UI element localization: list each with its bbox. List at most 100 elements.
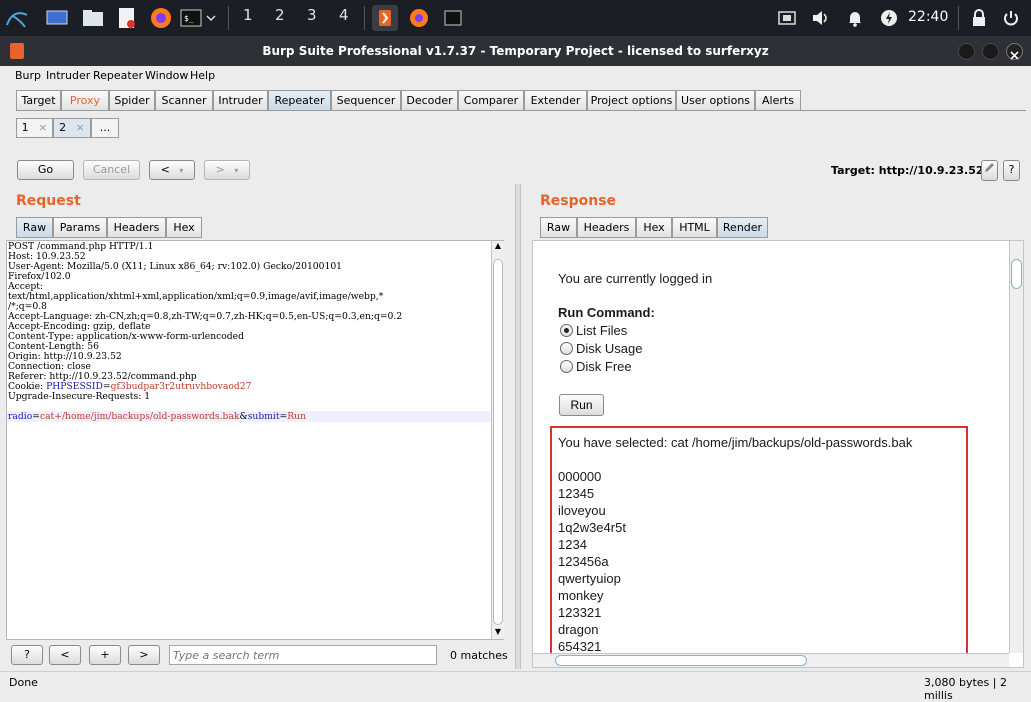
response-tab-raw[interactable]: Raw [540, 217, 577, 238]
tab-intruder[interactable]: Intruder [213, 90, 268, 111]
firefox-icon[interactable] [148, 5, 174, 31]
run-command-label: Run Command: [558, 305, 655, 320]
forward-label: > [215, 163, 225, 176]
request-text[interactable]: POST /command.php HTTP/1.1 Host: 10.9.23.… [8, 242, 490, 642]
menu-help[interactable]: Help [190, 69, 215, 82]
workspace-4[interactable]: 4 [339, 6, 349, 24]
tab-sequencer[interactable]: Sequencer [331, 90, 401, 111]
radio-disk-usage[interactable] [560, 342, 573, 355]
terminal-icon[interactable]: $_ [178, 5, 204, 31]
workspace-3[interactable]: 3 [307, 6, 317, 24]
tab-target[interactable]: Target [16, 90, 61, 111]
run-button[interactable]: Run [559, 394, 604, 416]
request-tab-hex[interactable]: Hex [166, 217, 202, 238]
tab-spider[interactable]: Spider [109, 90, 155, 111]
repeater-tab-label: 2 [59, 121, 67, 134]
tab-scanner[interactable]: Scanner [155, 90, 213, 111]
lock-icon[interactable] [966, 5, 992, 31]
workspace-1[interactable]: 1 [243, 6, 253, 24]
request-tab-headers[interactable]: Headers [107, 217, 166, 238]
edit-target-button[interactable] [981, 160, 998, 181]
firefox-task-icon[interactable] [406, 5, 432, 31]
close-tab-icon[interactable]: × [38, 121, 47, 134]
clock: 22:40 [908, 9, 949, 25]
bell-icon[interactable] [842, 5, 868, 31]
tab-alerts[interactable]: Alerts [755, 90, 801, 111]
list-item: 12345 [558, 486, 595, 501]
response-tab-render[interactable]: Render [717, 217, 768, 238]
go-button[interactable]: Go [17, 160, 74, 180]
kali-menu-icon[interactable] [4, 5, 30, 31]
forward-button[interactable]: > ▾ [204, 160, 250, 180]
search-add-button[interactable]: + [89, 645, 121, 665]
maximize-button[interactable] [982, 43, 999, 60]
menu-repeater[interactable]: Repeater [93, 69, 143, 82]
close-window-button[interactable] [1006, 43, 1023, 60]
list-item: iloveyou [558, 503, 606, 518]
search-prev-button[interactable]: < [49, 645, 81, 665]
screenshot-icon[interactable] [774, 5, 800, 31]
tab-proxy[interactable]: Proxy [61, 90, 109, 111]
file-manager-icon[interactable] [80, 5, 106, 31]
new-tab-button[interactable]: ... [91, 118, 119, 138]
pane-splitter[interactable] [515, 184, 521, 669]
repeater-tab-1[interactable]: 1 × [16, 118, 53, 138]
terminal-task-icon[interactable] [440, 5, 466, 31]
logout-icon[interactable] [998, 5, 1024, 31]
close-tab-icon[interactable]: × [76, 121, 85, 134]
tab-project-options[interactable]: Project options [587, 90, 676, 111]
logged-in-text: You are currently logged in [558, 271, 713, 286]
response-tab-html[interactable]: HTML [672, 217, 717, 238]
taskbar: $_ 1 2 3 4 22:40 [0, 0, 1031, 36]
list-item: 123456a [558, 554, 609, 569]
menu-window[interactable]: Window [145, 69, 188, 82]
menu-burp[interactable]: Burp [15, 69, 41, 82]
response-horizontal-scrollbar[interactable] [533, 653, 1009, 667]
tab-repeater[interactable]: Repeater [268, 90, 331, 111]
scroll-up-icon[interactable]: ▲ [493, 241, 503, 253]
search-input[interactable] [169, 645, 437, 665]
response-heading: Response [540, 193, 617, 209]
param-value: Run [287, 411, 307, 422]
back-button[interactable]: < ▾ [149, 160, 195, 180]
target-label: Target: http://10.9.23.52 [831, 164, 984, 177]
power-status-icon[interactable] [876, 5, 902, 31]
tab-decoder[interactable]: Decoder [401, 90, 458, 111]
search-help-button[interactable]: ? [11, 645, 43, 665]
volume-icon[interactable] [808, 5, 834, 31]
burp-logo-icon [10, 43, 24, 59]
scroll-thumb[interactable] [1011, 259, 1022, 289]
workspace-2[interactable]: 2 [275, 6, 285, 24]
scroll-thumb[interactable] [555, 655, 807, 666]
cancel-button[interactable]: Cancel [83, 160, 140, 180]
request-tab-params[interactable]: Params [53, 217, 107, 238]
minimize-button[interactable] [958, 43, 975, 60]
option-label: List Files [576, 323, 628, 338]
request-heading: Request [16, 193, 81, 209]
window-titlebar[interactable]: Burp Suite Professional v1.7.37 - Tempor… [0, 36, 1031, 66]
text-editor-icon[interactable] [114, 5, 140, 31]
help-button[interactable]: ? [1003, 160, 1020, 181]
menu-intruder[interactable]: Intruder [46, 69, 90, 82]
tab-extender[interactable]: Extender [524, 90, 587, 111]
request-tab-raw[interactable]: Raw [16, 217, 53, 238]
response-vertical-scrollbar[interactable] [1009, 241, 1023, 653]
scroll-down-icon[interactable]: ▼ [493, 627, 503, 639]
desktop-icon[interactable] [44, 5, 70, 31]
request-scrollbar[interactable]: ▲ ▼ [491, 241, 504, 639]
repeater-tab-2[interactable]: 2 × [53, 118, 91, 138]
response-tab-headers[interactable]: Headers [577, 217, 636, 238]
radio-disk-free[interactable] [560, 360, 573, 373]
tab-comparer[interactable]: Comparer [458, 90, 524, 111]
response-stats: 3,080 bytes | 2 millis [924, 676, 1007, 702]
burp-task-icon[interactable] [372, 5, 398, 31]
option-label: Disk Usage [576, 341, 643, 356]
response-tab-hex[interactable]: Hex [636, 217, 672, 238]
search-next-button[interactable]: > [128, 645, 160, 665]
repeater-tab-label: 1 [21, 121, 29, 134]
rendered-response[interactable]: You are currently logged in Run Command:… [532, 240, 1024, 668]
tab-user-options[interactable]: User options [676, 90, 755, 111]
radio-list-files[interactable] [560, 324, 573, 337]
chevron-down-icon[interactable] [202, 5, 220, 31]
scroll-thumb[interactable] [493, 259, 503, 625]
